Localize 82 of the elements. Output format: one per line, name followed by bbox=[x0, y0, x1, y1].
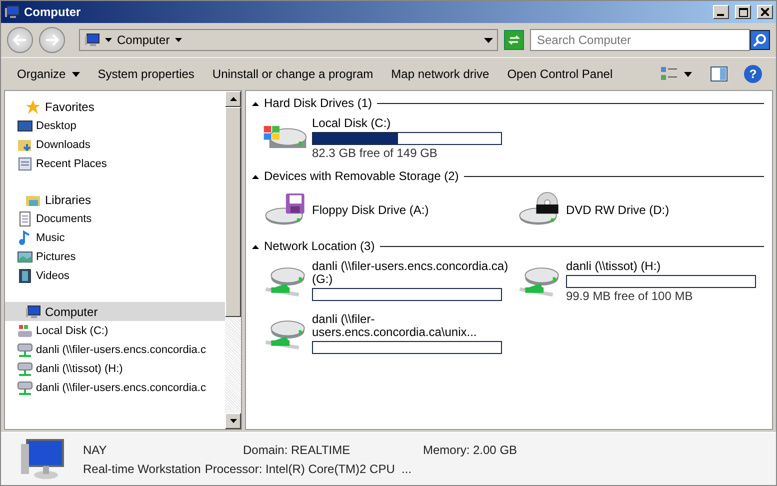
nav-item[interactable]: Pictures bbox=[5, 247, 225, 266]
description-text: Real-time Workstation bbox=[83, 462, 201, 476]
collapse-arrow-icon[interactable] bbox=[252, 244, 259, 248]
pane-icon bbox=[710, 66, 728, 82]
drive-name[interactable]: Floppy Disk Drive (A:) bbox=[312, 204, 512, 216]
command-button[interactable]: Map network drive bbox=[383, 63, 498, 85]
back-arrow-icon bbox=[13, 34, 27, 46]
forward-button[interactable] bbox=[39, 27, 65, 53]
computer-icon bbox=[4, 4, 20, 20]
nav-item[interactable]: Downloads bbox=[5, 135, 225, 154]
nav-item[interactable]: Desktop bbox=[5, 116, 225, 135]
view-list-icon bbox=[660, 66, 678, 82]
nav-item[interactable]: danli (\\filer-users.encs.concordia.c bbox=[5, 378, 225, 397]
nav-item[interactable]: Videos bbox=[5, 266, 225, 285]
nav-item[interactable]: Recent Places bbox=[5, 154, 225, 173]
scroll-down-button[interactable] bbox=[225, 413, 241, 429]
help-button[interactable]: ? bbox=[744, 65, 762, 83]
close-button[interactable] bbox=[757, 5, 773, 19]
drive-name[interactable]: danli (\\filer-users.encs.concordia.ca\unix... bbox=[312, 313, 512, 339]
group-header[interactable]: Hard Disk Drives (1) bbox=[264, 96, 372, 110]
drive-name[interactable]: danli (\\filer-users.encs.concordia.ca) (G:) bbox=[312, 260, 512, 286]
drive-name[interactable]: Local Disk (C:) bbox=[312, 117, 512, 130]
scroll-thumb[interactable] bbox=[225, 107, 241, 317]
memory-text: Memory: 2.00 GB bbox=[423, 442, 518, 456]
nav-item[interactable]: Libraries bbox=[5, 190, 225, 209]
film-icon bbox=[17, 268, 33, 284]
computer-icon bbox=[84, 32, 100, 48]
back-button[interactable] bbox=[7, 27, 33, 53]
recent-places-icon bbox=[17, 156, 33, 172]
document-icon bbox=[17, 210, 33, 226]
maximize-button[interactable] bbox=[735, 5, 751, 19]
scroll-up-button[interactable] bbox=[225, 91, 241, 107]
caret-icon[interactable] bbox=[105, 38, 112, 42]
search-button[interactable] bbox=[750, 30, 770, 50]
collapse-arrow-icon[interactable] bbox=[252, 100, 259, 106]
dropdown-caret-icon[interactable] bbox=[484, 38, 493, 42]
nav-item[interactable]: Computer bbox=[5, 302, 225, 321]
close-icon bbox=[761, 8, 769, 16]
computer-monitor-icon bbox=[19, 438, 65, 480]
refresh-icon bbox=[508, 34, 520, 46]
free-space-text: 99.9 MB free of 100 MB bbox=[566, 289, 694, 303]
free-space-text: 82.3 GB free of 149 GB bbox=[312, 146, 438, 160]
nav-item[interactable]: danli (\\filer-users.encs.concordia.c bbox=[5, 340, 225, 359]
search-field[interactable]: Search Computer bbox=[530, 29, 750, 51]
network-drive-icon bbox=[17, 342, 33, 358]
drive-name[interactable]: danli (\\tissot) (H:) bbox=[566, 260, 766, 273]
computer-name: NAY bbox=[83, 442, 108, 456]
address-bar[interactable]: Computer bbox=[79, 29, 498, 51]
star-icon bbox=[25, 98, 41, 114]
command-button[interactable]: Open Control Panel bbox=[499, 63, 621, 85]
refresh-button[interactable] bbox=[504, 30, 524, 50]
caret-icon bbox=[684, 72, 692, 76]
hard-drive-icon bbox=[17, 322, 33, 338]
picture-icon bbox=[17, 248, 33, 264]
network-drive-icon bbox=[17, 360, 33, 376]
down-arrow-icon bbox=[230, 419, 236, 423]
nav-item[interactable]: Favorites bbox=[5, 97, 225, 116]
group-header[interactable]: Devices with Removable Storage (2) bbox=[264, 169, 459, 183]
command-button[interactable]: Uninstall or change a program bbox=[204, 63, 382, 85]
command-button[interactable]: System properties bbox=[90, 63, 202, 85]
maximize-icon bbox=[738, 8, 748, 16]
group-header[interactable]: Network Location (3) bbox=[264, 239, 375, 253]
command-button[interactable]: Organize bbox=[9, 63, 88, 85]
window-title: Computer bbox=[24, 5, 82, 19]
caret-icon bbox=[174, 38, 182, 42]
nav-item[interactable]: Local Disk (C:) bbox=[5, 321, 225, 340]
network-drive-icon bbox=[17, 380, 33, 396]
collapse-arrow-icon[interactable] bbox=[252, 174, 259, 178]
forward-arrow-icon bbox=[45, 34, 59, 46]
drive-name[interactable]: DVD RW Drive (D:) bbox=[566, 204, 766, 216]
nav-item[interactable]: Documents bbox=[5, 209, 225, 228]
minimize-button[interactable] bbox=[713, 5, 729, 19]
computer-icon bbox=[25, 304, 41, 320]
nav-item[interactable]: danli (\\tissot) (H:) bbox=[5, 359, 225, 378]
address-location[interactable]: Computer bbox=[117, 33, 170, 47]
nav-item[interactable]: Music bbox=[5, 228, 225, 247]
scrollbar[interactable] bbox=[225, 91, 241, 429]
processor-text: Processor: Intel(R) Core(TM)2 CPU ... bbox=[204, 462, 412, 476]
desktop-icon bbox=[17, 118, 33, 134]
domain-text: Domain: REALTIME bbox=[243, 442, 352, 456]
up-arrow-icon bbox=[230, 97, 236, 101]
search-icon bbox=[753, 33, 767, 47]
